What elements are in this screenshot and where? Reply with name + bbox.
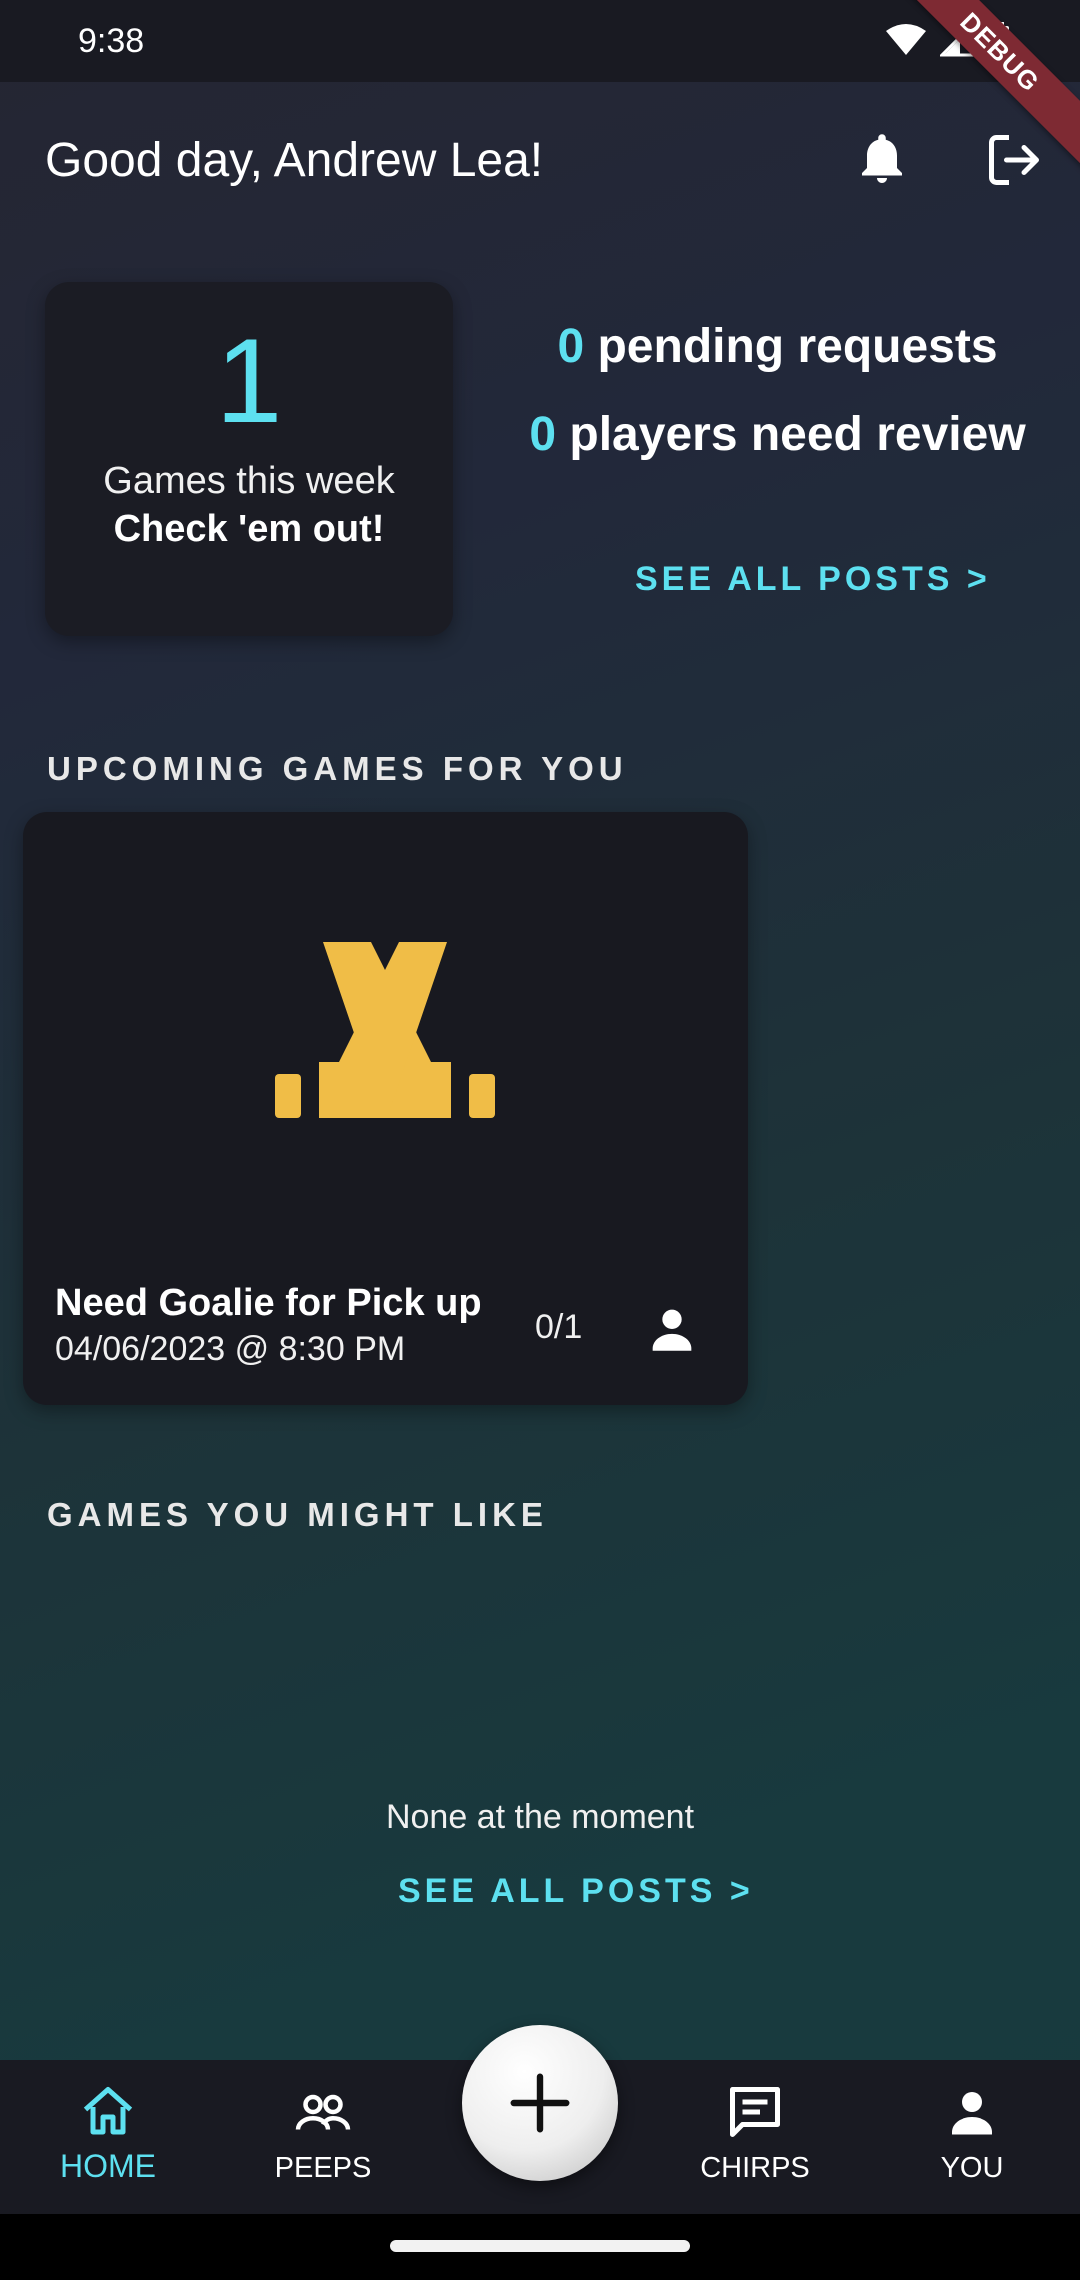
notifications-bell-icon[interactable]: [852, 128, 912, 188]
see-all-posts-link[interactable]: SEE ALL POSTS >: [635, 560, 991, 599]
games-label: Games this week: [103, 460, 395, 502]
game-datetime: 04/06/2023 @ 8:30 PM: [55, 1330, 406, 1368]
pending-label: pending requests: [597, 320, 998, 373]
chat-icon: [730, 2087, 780, 2137]
home-screen: 9:38 DEBUG Good day, Andrew Lea! 1 Games…: [0, 0, 1080, 2280]
nav-label-home: HOME: [60, 2148, 156, 2184]
pending-count: 0: [557, 320, 585, 373]
review-count: 0: [529, 408, 557, 461]
games-cta: Check 'em out!: [113, 508, 385, 550]
greeting-title: Good day, Andrew Lea!: [45, 134, 544, 187]
status-bar: 9:38: [0, 0, 1080, 82]
people-icon: [295, 2094, 351, 2130]
person-icon: [952, 2092, 992, 2135]
nav-item-chirps[interactable]: CHIRPS: [647, 2060, 863, 2214]
empty-suggestions-text: None at the moment: [385, 1798, 695, 1836]
upcoming-games-title: UPCOMING GAMES FOR YOU: [47, 750, 628, 787]
create-post-fab-button[interactable]: [462, 2025, 618, 2181]
wifi-icon: [886, 24, 926, 55]
person-icon: [652, 1309, 692, 1351]
status-time: 9:38: [78, 22, 145, 60]
logout-icon[interactable]: [984, 130, 1044, 190]
nav-item-peeps[interactable]: PEEPS: [215, 2060, 431, 2214]
pending-requests: 0 pending requests: [520, 318, 1035, 376]
games-this-week-card[interactable]: 1 Games this week Check 'em out!: [45, 282, 453, 636]
nav-label-you: YOU: [940, 2152, 1004, 2184]
games-count: 1: [215, 314, 283, 448]
hockey-sticks-logo-icon: [275, 942, 495, 1118]
players-need-review: 0 players need review: [520, 406, 1035, 464]
plus-icon: [510, 2073, 570, 2133]
game-card[interactable]: Need Goalie for Pick up 04/06/2023 @ 8:3…: [23, 812, 748, 1405]
review-label: players need review: [569, 408, 1026, 461]
game-title: Need Goalie for Pick up: [55, 1282, 482, 1324]
nav-item-you[interactable]: YOU: [864, 2060, 1080, 2214]
request-stats: 0 pending requests 0 players need review: [520, 318, 1035, 464]
games-you-might-like-title: GAMES YOU MIGHT LIKE: [47, 1496, 548, 1533]
see-all-posts-link-2[interactable]: SEE ALL POSTS >: [398, 1872, 754, 1911]
nav-label-peeps: PEEPS: [274, 2152, 372, 2184]
nav-label-chirps: CHIRPS: [700, 2152, 810, 2184]
nav-item-home[interactable]: HOME: [0, 2060, 216, 2214]
game-player-count: 0/1: [535, 1308, 583, 1346]
gesture-handle[interactable]: [390, 2240, 690, 2252]
home-icon: [83, 2087, 133, 2135]
